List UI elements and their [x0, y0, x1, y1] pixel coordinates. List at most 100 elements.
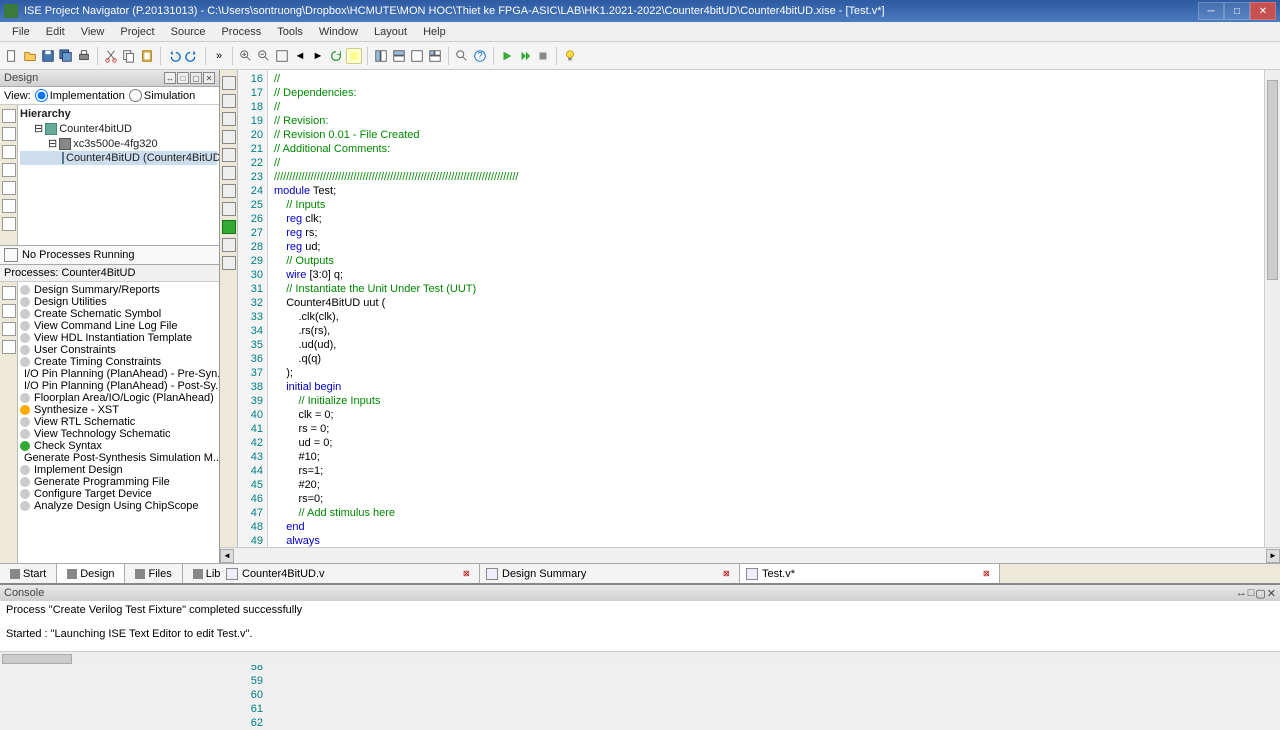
process-item[interactable]: Synthesize - XST: [20, 404, 217, 416]
save-button[interactable]: [40, 48, 56, 64]
ed-vt-10[interactable]: [222, 238, 236, 252]
maximize-button[interactable]: □: [1224, 2, 1250, 20]
editor-hscrollbar[interactable]: ◄ ►: [220, 547, 1280, 563]
process-item[interactable]: View Technology Schematic: [20, 428, 217, 440]
ed-vt-4[interactable]: [222, 130, 236, 144]
code-editor[interactable]: //// Dependencies://// Revision:// Revis…: [268, 70, 1264, 547]
file-tab[interactable]: Design Summary⊠: [480, 564, 740, 583]
nav-back-button[interactable]: ◄: [292, 48, 308, 64]
idea-button[interactable]: [562, 48, 578, 64]
menu-window[interactable]: Window: [311, 24, 366, 40]
btab-design[interactable]: Design: [57, 564, 125, 583]
dbl-arrow-icon[interactable]: »: [211, 48, 227, 64]
hierarchy-tree[interactable]: Hierarchy ⊟ Counter4bitUD ⊟ xc3s500e-4fg…: [18, 105, 219, 245]
process-item[interactable]: Design Summary/Reports: [20, 284, 217, 296]
console-hscrollbar[interactable]: [0, 651, 1280, 665]
process-item[interactable]: Generate Post-Synthesis Simulation M...: [20, 452, 217, 464]
ed-vt-1[interactable]: [222, 76, 236, 90]
process-item[interactable]: Configure Target Device: [20, 488, 217, 500]
ed-vt-5[interactable]: [222, 148, 236, 162]
panel-float-icon[interactable]: □: [177, 72, 189, 84]
btab-files[interactable]: Files: [125, 564, 182, 583]
process-item[interactable]: User Constraints: [20, 344, 217, 356]
tab-close-icon[interactable]: ⊠: [463, 569, 473, 579]
vt-btn-5[interactable]: [2, 181, 16, 195]
tab-close-icon[interactable]: ⊠: [723, 569, 733, 579]
stop-button[interactable]: [535, 48, 551, 64]
file-tab[interactable]: Counter4BitUD.v⊠: [220, 564, 480, 583]
menu-file[interactable]: File: [4, 24, 38, 40]
panel-close-icon[interactable]: ✕: [203, 72, 215, 84]
tree-module[interactable]: Counter4BitUD (Counter4BitUD.v): [20, 151, 217, 165]
ed-vt-3[interactable]: [222, 112, 236, 126]
menu-edit[interactable]: Edit: [38, 24, 73, 40]
menu-source[interactable]: Source: [163, 24, 214, 40]
pvt-1[interactable]: [2, 286, 16, 300]
editor-vscrollbar[interactable]: [1264, 70, 1280, 547]
close-button[interactable]: ✕: [1250, 2, 1276, 20]
rerun-button[interactable]: [517, 48, 533, 64]
vt-btn-1[interactable]: [2, 109, 16, 123]
copy-button[interactable]: [121, 48, 137, 64]
open-button[interactable]: [22, 48, 38, 64]
process-item[interactable]: View RTL Schematic: [20, 416, 217, 428]
hscroll-right[interactable]: ►: [1266, 549, 1280, 563]
ed-vt-11[interactable]: [222, 256, 236, 270]
help-button[interactable]: ?: [472, 48, 488, 64]
find-button[interactable]: [454, 48, 470, 64]
ed-vt-6[interactable]: [222, 166, 236, 180]
refresh-button[interactable]: [328, 48, 344, 64]
redo-button[interactable]: [184, 48, 200, 64]
process-item[interactable]: Implement Design: [20, 464, 217, 476]
zoom-fit-button[interactable]: [274, 48, 290, 64]
view-simulation-radio[interactable]: Simulation: [129, 89, 195, 102]
layout1-button[interactable]: [373, 48, 389, 64]
process-item[interactable]: Analyze Design Using ChipScope: [20, 500, 217, 512]
run-button[interactable]: [499, 48, 515, 64]
undo-button[interactable]: [166, 48, 182, 64]
process-item[interactable]: Design Utilities: [20, 296, 217, 308]
vt-btn-3[interactable]: [2, 145, 16, 159]
panel-pin-icon[interactable]: ▢: [190, 72, 202, 84]
pvt-4[interactable]: [2, 340, 16, 354]
layout4-button[interactable]: [427, 48, 443, 64]
vt-btn-4[interactable]: [2, 163, 16, 177]
tree-device[interactable]: ⊟ xc3s500e-4fg320: [20, 136, 217, 151]
vt-btn-6[interactable]: [2, 199, 16, 213]
ed-vt-8[interactable]: [222, 202, 236, 216]
panel-horiz-icon[interactable]: ↔: [164, 72, 176, 84]
paste-button[interactable]: [139, 48, 155, 64]
console-output[interactable]: Process "Create Verilog Test Fixture" co…: [0, 601, 1280, 651]
print-button[interactable]: [76, 48, 92, 64]
pvt-3[interactable]: [2, 322, 16, 336]
menu-process[interactable]: Process: [213, 24, 269, 40]
tab-close-icon[interactable]: ⊠: [983, 569, 993, 579]
view-implementation-radio[interactable]: Implementation: [35, 89, 125, 102]
menu-help[interactable]: Help: [415, 24, 454, 40]
processes-tree[interactable]: Design Summary/ReportsDesign UtilitiesCr…: [18, 282, 219, 563]
menu-project[interactable]: Project: [112, 24, 162, 40]
process-item[interactable]: View HDL Instantiation Template: [20, 332, 217, 344]
process-item[interactable]: Generate Programming File: [20, 476, 217, 488]
cut-button[interactable]: [103, 48, 119, 64]
layout3-button[interactable]: [409, 48, 425, 64]
btab-start[interactable]: Start: [0, 564, 57, 583]
process-item[interactable]: Create Schematic Symbol: [20, 308, 217, 320]
minimize-button[interactable]: ─: [1198, 2, 1224, 20]
process-item[interactable]: Check Syntax: [20, 440, 217, 452]
vt-btn-7[interactable]: [2, 217, 16, 231]
highlight-button[interactable]: [346, 48, 362, 64]
pvt-2[interactable]: [2, 304, 16, 318]
new-button[interactable]: [4, 48, 20, 64]
console-horiz-icon[interactable]: ↔: [1236, 587, 1247, 600]
ed-vt-2[interactable]: [222, 94, 236, 108]
console-float-icon[interactable]: □: [1248, 587, 1255, 600]
layout2-button[interactable]: [391, 48, 407, 64]
process-item[interactable]: I/O Pin Planning (PlanAhead) - Pre-Syn..…: [20, 368, 217, 380]
vt-btn-2[interactable]: [2, 127, 16, 141]
process-item[interactable]: Create Timing Constraints: [20, 356, 217, 368]
zoom-out-button[interactable]: [256, 48, 272, 64]
nav-fwd-button[interactable]: ►: [310, 48, 326, 64]
menu-layout[interactable]: Layout: [366, 24, 415, 40]
ed-vt-7[interactable]: [222, 184, 236, 198]
